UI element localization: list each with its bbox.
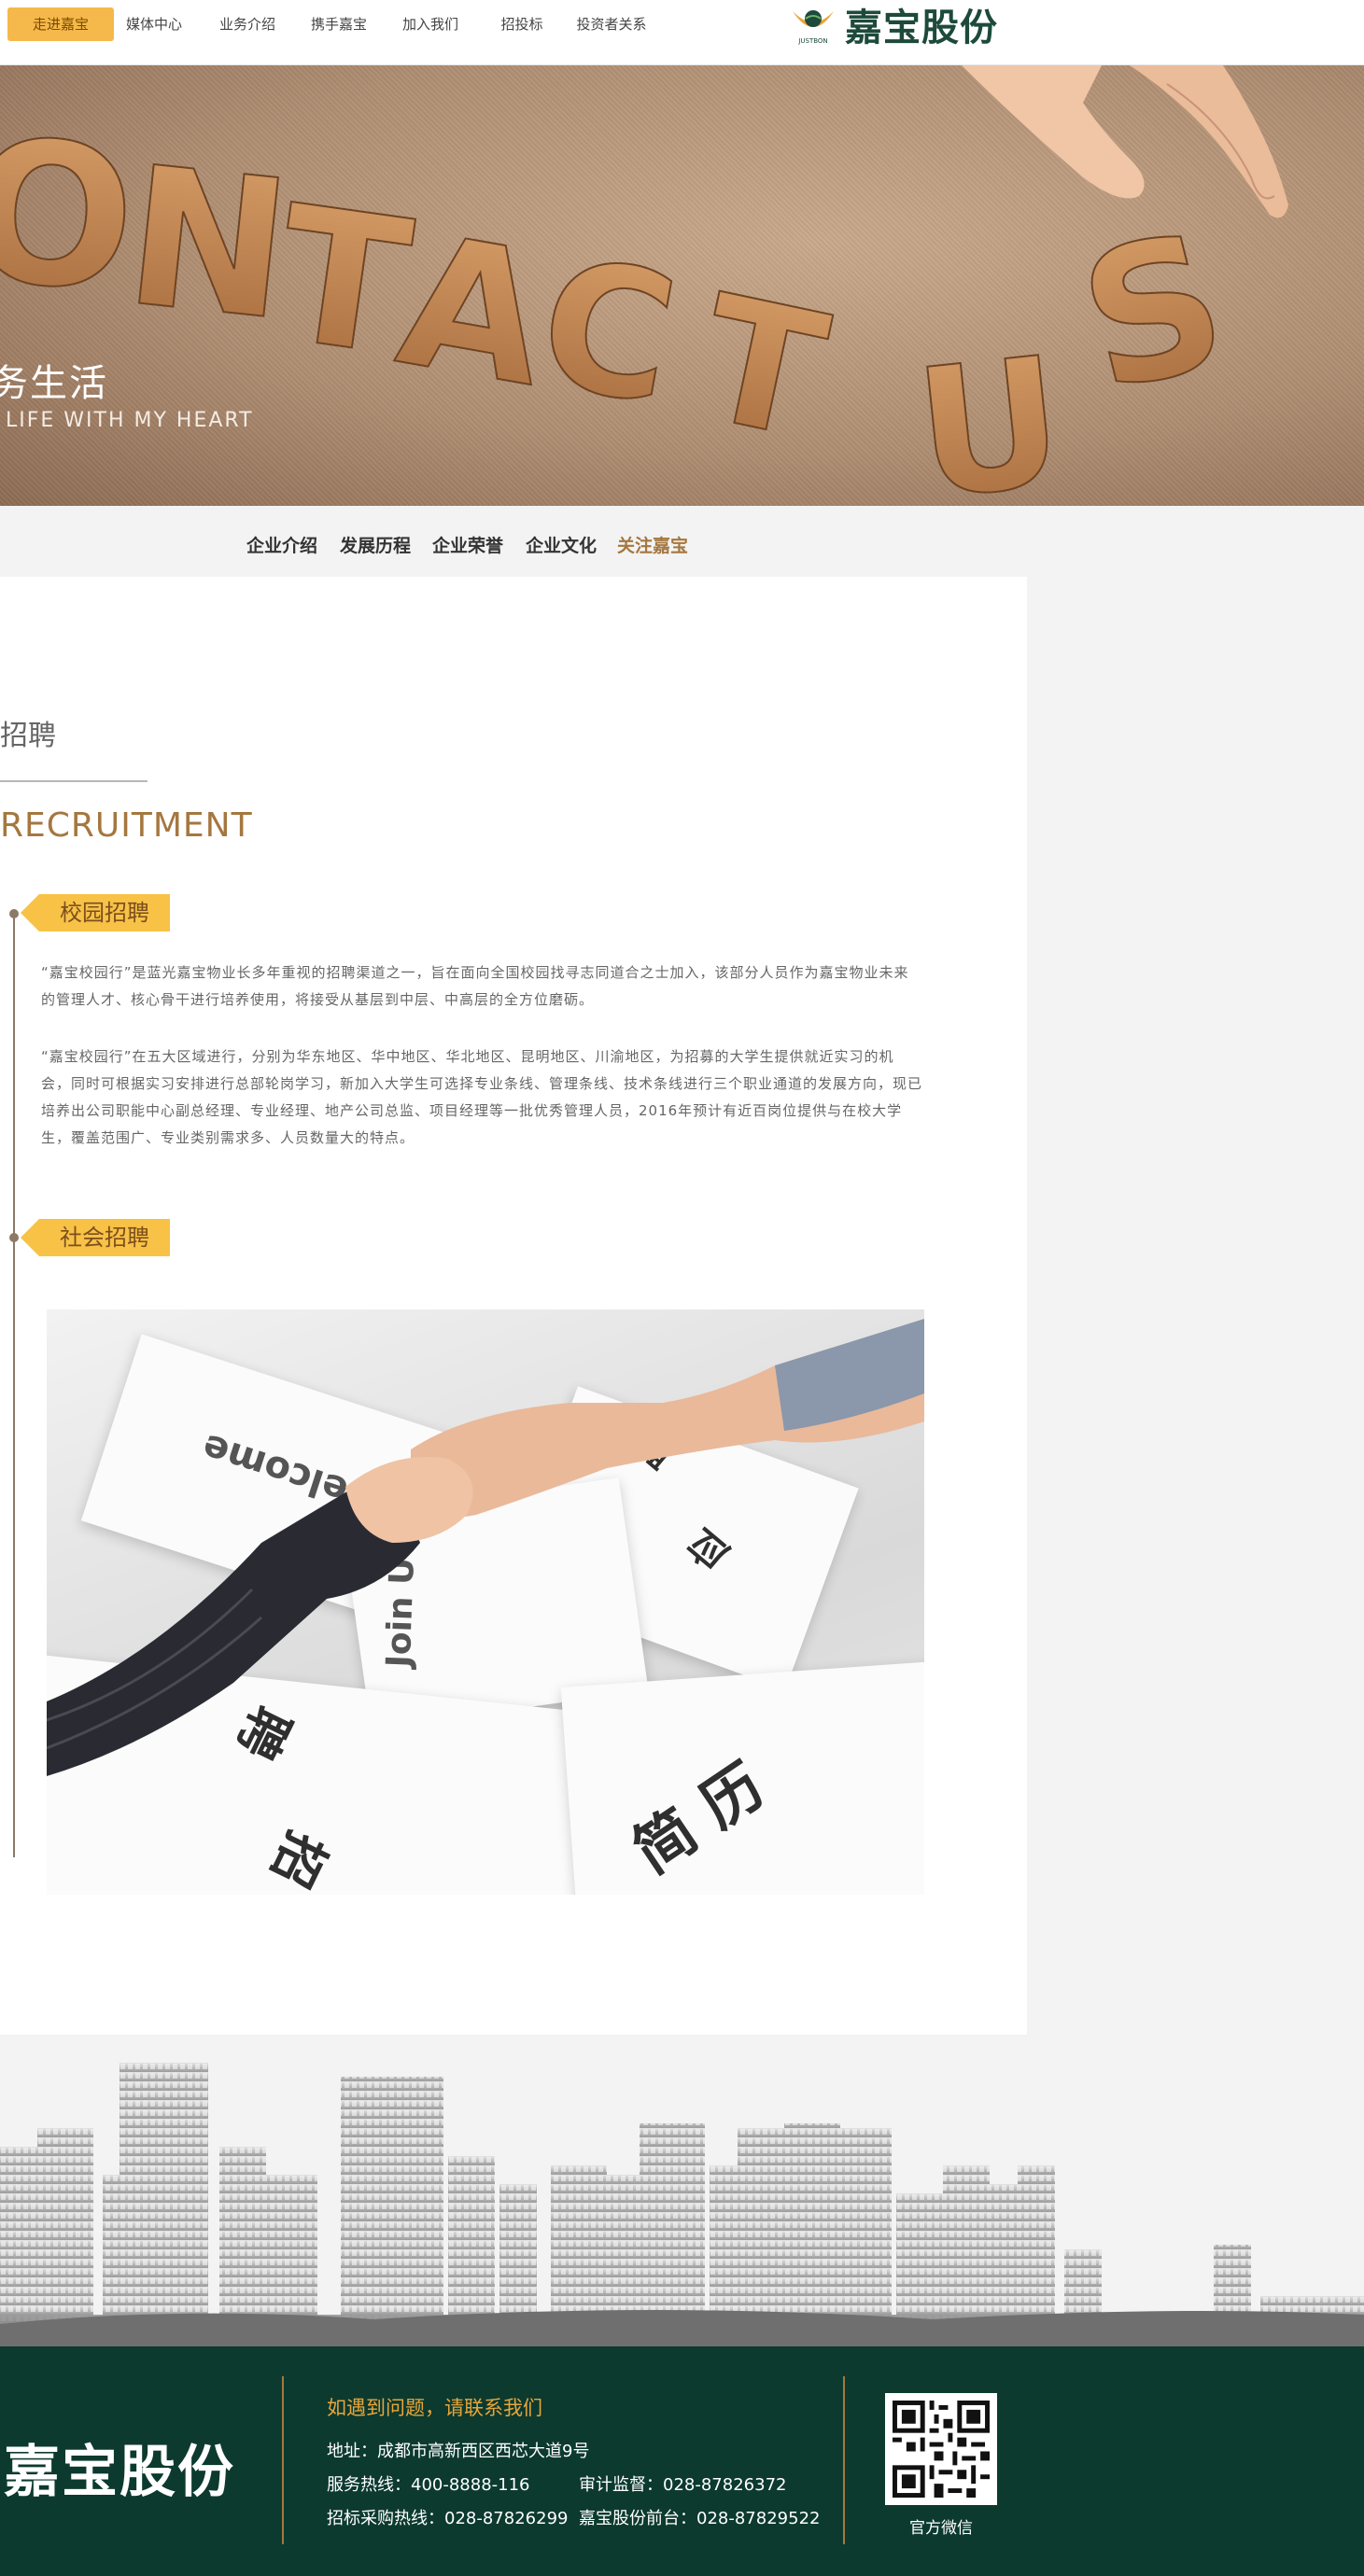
- brand-logo[interactable]: JUSTBON 嘉宝股份: [789, 0, 998, 49]
- recruitment-photo: Welcome 聘 应 Join U 聘 招 简 历: [47, 1309, 924, 1895]
- footer-procurement-hotline: 招标采购热线：028-87826299: [327, 2509, 569, 2528]
- footer-logo-text: 嘉宝股份: [4, 2440, 235, 2505]
- campus-paragraph-1: “嘉宝校园行”是蓝光嘉宝物业长多年重视的招聘渠道之一，旨在面向全国校园找寻志同道…: [41, 964, 909, 1008]
- banner-slogan-cn: 务生活: [0, 362, 108, 405]
- page: 走进嘉宝 媒体中心 业务介绍 携手嘉宝 加入我们 招投标 投资者关系 JUSTB…: [0, 0, 1364, 2576]
- sub-navigation: 企业介绍 发展历程 企业荣誉 企业文化 关注嘉宝: [0, 506, 1364, 577]
- footer-service-hotline: 服务热线：400-8888-116: [327, 2475, 530, 2495]
- timeline-dot: [9, 909, 19, 918]
- subnav-item-history[interactable]: 发展历程: [340, 532, 411, 557]
- page-title-en: RECRUITMENT: [0, 806, 253, 845]
- nav-item-media[interactable]: 媒体中心: [114, 7, 194, 41]
- footer-contact-heading: 如遇到问题，请联系我们: [327, 2397, 542, 2419]
- logo-text: 嘉宝股份: [845, 7, 998, 49]
- banner-letter-o: O: [0, 96, 142, 336]
- logo-sub-text: JUSTBON: [797, 37, 827, 45]
- footer-divider-right: [843, 2376, 845, 2544]
- nav-item-investor[interactable]: 投资者关系: [571, 7, 652, 41]
- banner-letter-u: U: [907, 318, 1073, 506]
- footer-address: 地址：成都市高新西区西芯大道9号: [327, 2442, 590, 2461]
- subnav-item-honors[interactable]: 企业荣誉: [432, 532, 503, 557]
- page-title-cn: 招聘: [0, 720, 56, 752]
- wechat-qr-label: 官方微信: [909, 2519, 973, 2538]
- skyline-graphic: [0, 2063, 1364, 2346]
- site-footer: 嘉宝股份 如遇到问题，请联系我们 地址：成都市高新西区西芯大道9号 服务热线：4…: [0, 2346, 1364, 2576]
- nav-item-business[interactable]: 业务介绍: [207, 7, 288, 41]
- footer-front-desk: 嘉宝股份前台：028-87829522: [579, 2509, 821, 2528]
- top-navigation: 走进嘉宝 媒体中心 业务介绍 携手嘉宝 加入我们 招投标 投资者关系 JUSTB…: [0, 0, 1364, 65]
- nav-item-about[interactable]: 走进嘉宝: [7, 7, 114, 41]
- footer-audit-hotline: 审计监督：028-87826372: [579, 2475, 787, 2495]
- section-tag-social: 社会招聘: [21, 1219, 170, 1256]
- nav-item-join[interactable]: 加入我们: [390, 7, 471, 41]
- footer-divider-left: [282, 2376, 284, 2544]
- logo-emblem-icon: JUSTBON: [789, 4, 837, 45]
- timeline-dot: [9, 1233, 19, 1242]
- wechat-qr-code: [885, 2393, 997, 2505]
- hand-illustration: [962, 65, 1288, 218]
- qr-code-icon: [893, 2401, 990, 2498]
- city-skyline-illustration: [0, 2035, 1364, 2346]
- hero-banner: O N T A C T U S 务生活 LIFE WITH MY HEART: [0, 65, 1364, 506]
- subnav-item-follow[interactable]: 关注嘉宝: [617, 532, 688, 557]
- banner-letter-t2: T: [684, 257, 841, 479]
- main-content: 招聘 RECRUITMENT 校园招聘 “嘉宝校园行”是蓝光嘉宝物业长多年重视的…: [0, 577, 1027, 2035]
- campus-paragraph-2: “嘉宝校园行”在五大区域进行，分别为华东地区、华中地区、华北地区、昆明地区、川渝…: [41, 1048, 923, 1146]
- subnav-item-intro[interactable]: 企业介绍: [246, 532, 317, 557]
- nav-item-bidding[interactable]: 招投标: [482, 7, 562, 41]
- timeline-line: [13, 913, 15, 1857]
- subnav-item-culture[interactable]: 企业文化: [526, 532, 597, 557]
- handshake-illustration: [47, 1319, 924, 1776]
- section-tag-campus: 校园招聘: [21, 894, 170, 931]
- title-divider: [0, 780, 148, 782]
- banner-slogan-en: LIFE WITH MY HEART: [6, 409, 254, 432]
- nav-item-partner[interactable]: 携手嘉宝: [299, 7, 379, 41]
